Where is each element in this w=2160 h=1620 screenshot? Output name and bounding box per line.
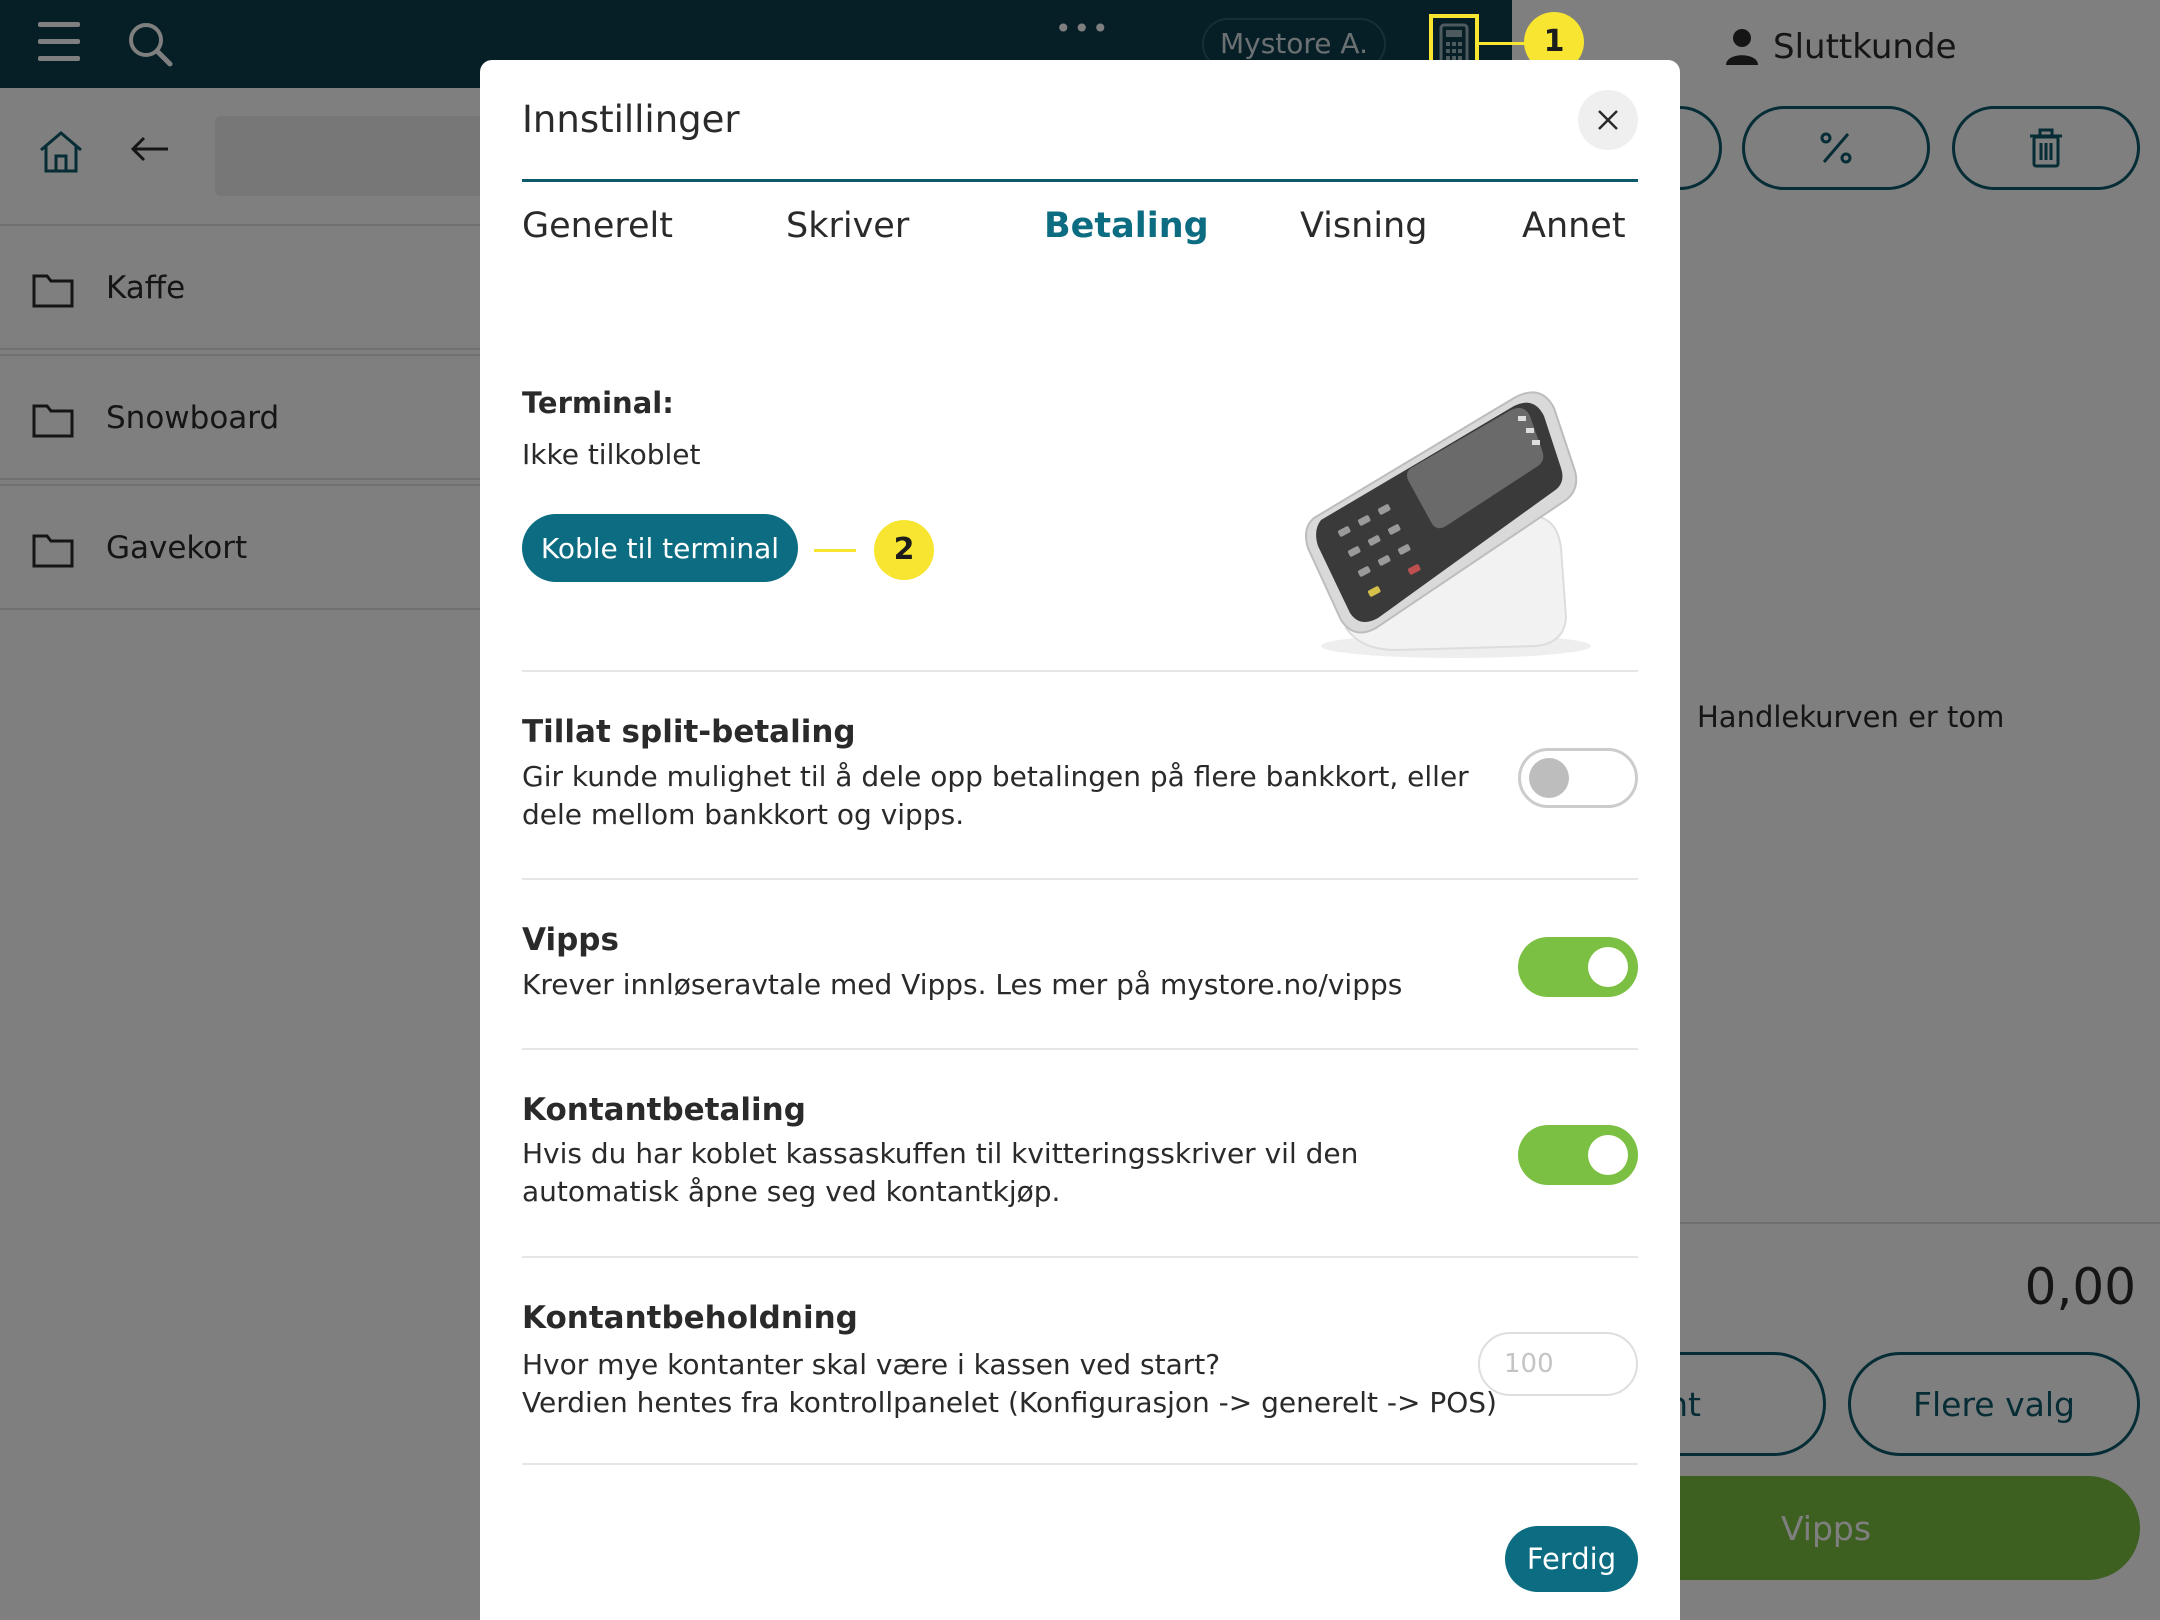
- section-divider: [522, 1463, 1638, 1465]
- terminal-status: Ikke tilkoblet: [522, 438, 701, 471]
- cash-balance-title: Kontantbeholdning: [522, 1300, 858, 1336]
- callout-connector: [1479, 42, 1525, 45]
- split-payment-title: Tillat split-betaling: [522, 714, 856, 750]
- toggle-knob: [1588, 1135, 1628, 1175]
- toggle-knob: [1529, 758, 1569, 798]
- tab-betaling[interactable]: Betaling: [1044, 206, 1209, 246]
- terminal-label: Terminal:: [522, 386, 674, 420]
- cash-balance-hint: Verdien hentes fra kontrollpanelet (Konf…: [522, 1386, 1497, 1419]
- close-button[interactable]: [1578, 90, 1638, 150]
- done-button[interactable]: Ferdig: [1505, 1526, 1638, 1592]
- cash-balance-input[interactable]: [1478, 1332, 1638, 1396]
- tab-skriver[interactable]: Skriver: [786, 206, 909, 246]
- section-divider: [522, 878, 1638, 880]
- cash-payment-toggle[interactable]: [1518, 1125, 1638, 1185]
- section-divider: [522, 670, 1638, 672]
- tab-generelt[interactable]: Generelt: [522, 206, 673, 246]
- callout-connector: [814, 549, 856, 552]
- section-divider: [522, 1256, 1638, 1258]
- split-payment-description: Gir kunde mulighet til å dele opp betali…: [522, 760, 1469, 831]
- cash-payment-title: Kontantbetaling: [522, 1092, 806, 1128]
- vipps-title: Vipps: [522, 922, 619, 958]
- close-icon: [1598, 110, 1618, 130]
- payment-terminal-image: [1305, 391, 1591, 658]
- cash-balance-question: Hvor mye kontanter skal være i kassen ve…: [522, 1348, 1221, 1381]
- tab-visning[interactable]: Visning: [1300, 206, 1427, 246]
- toggle-knob: [1588, 947, 1628, 987]
- cash-payment-description: Hvis du har koblet kassaskuffen til kvit…: [522, 1137, 1359, 1208]
- split-payment-toggle[interactable]: [1518, 748, 1638, 808]
- callout-badge-2: 2: [874, 520, 934, 580]
- vipps-toggle[interactable]: [1518, 937, 1638, 997]
- dialog-title: Innstillinger: [522, 98, 740, 141]
- settings-tabs: Generelt Skriver Betaling Visning Annet: [522, 206, 1638, 266]
- tab-annet[interactable]: Annet: [1522, 206, 1626, 246]
- settings-dialog: Innstillinger Generelt Skriver Betaling …: [480, 60, 1680, 1620]
- section-divider: [522, 1048, 1638, 1050]
- title-divider: [522, 179, 1638, 182]
- vipps-description: Krever innløseravtale med Vipps. Les mer…: [522, 968, 1403, 1001]
- connect-terminal-button[interactable]: Koble til terminal: [522, 514, 798, 582]
